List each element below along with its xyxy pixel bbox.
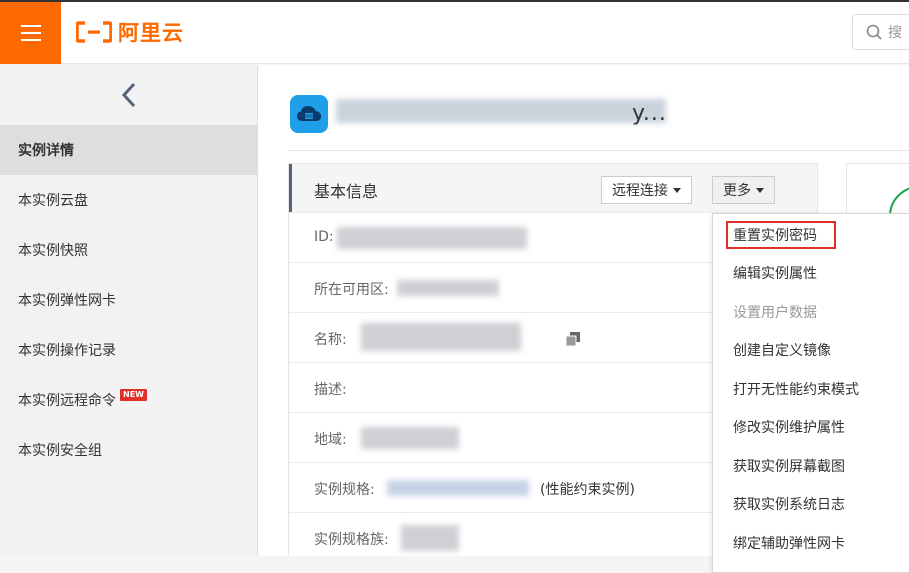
menu-icon[interactable]: [0, 2, 61, 64]
row-label: 描述:: [314, 382, 347, 398]
caret-down-icon: [673, 187, 681, 193]
sidebar-item-label: 本实例安全组: [18, 443, 102, 459]
search-placeholder: 搜: [888, 25, 902, 41]
menu-item-edit-attributes[interactable]: 编辑实例属性: [713, 254, 909, 292]
menu-item-create-image[interactable]: 创建自定义镜像: [713, 331, 909, 369]
menu-icon-bar: [20, 25, 41, 27]
menu-item-maintenance-attributes[interactable]: 修改实例维护属性: [713, 408, 909, 446]
sidebar-back-button[interactable]: [0, 65, 258, 125]
sidebar-item-label: 本实例操作记录: [18, 343, 116, 359]
copy-icon[interactable]: [565, 331, 581, 347]
chevron-left-icon: [121, 82, 136, 108]
menu-item-label: 获取实例系统日志: [733, 497, 845, 513]
top-bar: 阿里云 搜: [0, 0, 909, 64]
menu-item-reset-password[interactable]: 重置实例密码: [713, 216, 909, 254]
menu-item-unlimited-mode[interactable]: 打开无性能约束模式: [713, 370, 909, 408]
sidebar-item-snapshots[interactable]: 本实例快照: [0, 225, 258, 275]
brand-logo[interactable]: 阿里云: [76, 17, 184, 47]
more-label: 更多: [723, 183, 751, 199]
sidebar-item-operation-logs[interactable]: 本实例操作记录: [0, 325, 258, 375]
remote-connect-button[interactable]: 远程连接: [601, 176, 692, 204]
menu-item-label: 绑定辅助弹性网卡: [733, 536, 845, 552]
panel-title: 基本信息: [314, 182, 379, 201]
aliyun-logo-icon: [76, 21, 112, 43]
sidebar-item-remote-commands[interactable]: 本实例远程命令 NEW: [0, 375, 258, 425]
sidebar-item-label: 本实例云盘: [18, 193, 88, 209]
redacted-value: [361, 427, 459, 449]
sidebar-item-cloud-disks[interactable]: 本实例云盘: [0, 175, 258, 225]
menu-icon-bar: [20, 32, 41, 34]
row-label: 所在可用区:: [314, 282, 389, 298]
instance-type-suffix: (性能约束实例): [540, 482, 635, 498]
sidebar-item-elastic-nic[interactable]: 本实例弹性网卡: [0, 275, 258, 325]
menu-item-bind-secondary-nic[interactable]: 绑定辅助弹性网卡: [713, 524, 909, 562]
row-label: 实例规格族:: [314, 532, 389, 548]
row-label: 地域:: [314, 432, 347, 448]
instance-icon: [290, 95, 328, 133]
more-button[interactable]: 更多: [712, 176, 775, 204]
sidebar-item-label: 实例详情: [18, 143, 74, 159]
sidebar-item-security-groups[interactable]: 本实例安全组: [0, 425, 258, 475]
new-badge: NEW: [120, 389, 147, 401]
menu-item-system-log[interactable]: 获取实例系统日志: [713, 485, 909, 523]
search-input[interactable]: 搜: [852, 14, 909, 50]
sidebar-item-label: 本实例远程命令: [18, 393, 116, 409]
menu-icon-bar: [20, 39, 41, 41]
redacted-value: [387, 480, 529, 496]
menu-item-label: 编辑实例属性: [733, 266, 817, 282]
sidebar: 实例详情 本实例云盘 本实例快照 本实例弹性网卡 本实例操作记录 本实例远程命令…: [0, 65, 258, 556]
instance-name-tail: y...: [632, 101, 667, 126]
search-icon: [866, 24, 882, 40]
row-label: ID:: [314, 229, 334, 245]
redacted-value: [361, 323, 521, 351]
more-dropdown-menu: 重置实例密码 编辑实例属性 设置用户数据 创建自定义镜像 打开无性能约束模式 修…: [712, 213, 909, 573]
remote-connect-label: 远程连接: [612, 183, 668, 199]
row-label: 名称:: [314, 332, 347, 348]
menu-item-label: 创建自定义镜像: [733, 343, 831, 359]
sidebar-item-label: 本实例快照: [18, 243, 88, 259]
brand-name: 阿里云: [118, 21, 184, 45]
redacted-value: [337, 227, 527, 249]
menu-item-label: 获取实例屏幕截图: [733, 459, 845, 475]
menu-item-label: 设置用户数据: [733, 305, 817, 321]
redacted-value: [401, 525, 459, 551]
menu-item-set-user-data: 设置用户数据: [713, 293, 909, 331]
redacted-value: [397, 280, 499, 296]
redacted-instance-name: [336, 99, 666, 123]
menu-item-label: 重置实例密码: [733, 228, 817, 244]
sidebar-item-instance-details[interactable]: 实例详情: [0, 125, 258, 175]
row-label: 实例规格:: [314, 482, 375, 498]
menu-item-label: 打开无性能约束模式: [733, 382, 859, 398]
menu-item-label: 修改实例维护属性: [733, 420, 845, 436]
header-divider: [288, 150, 909, 151]
menu-item-screenshot[interactable]: 获取实例屏幕截图: [713, 447, 909, 485]
sidebar-item-label: 本实例弹性网卡: [18, 293, 116, 309]
caret-down-icon: [756, 187, 764, 193]
panel-header: 基本信息 远程连接 更多: [289, 164, 817, 212]
